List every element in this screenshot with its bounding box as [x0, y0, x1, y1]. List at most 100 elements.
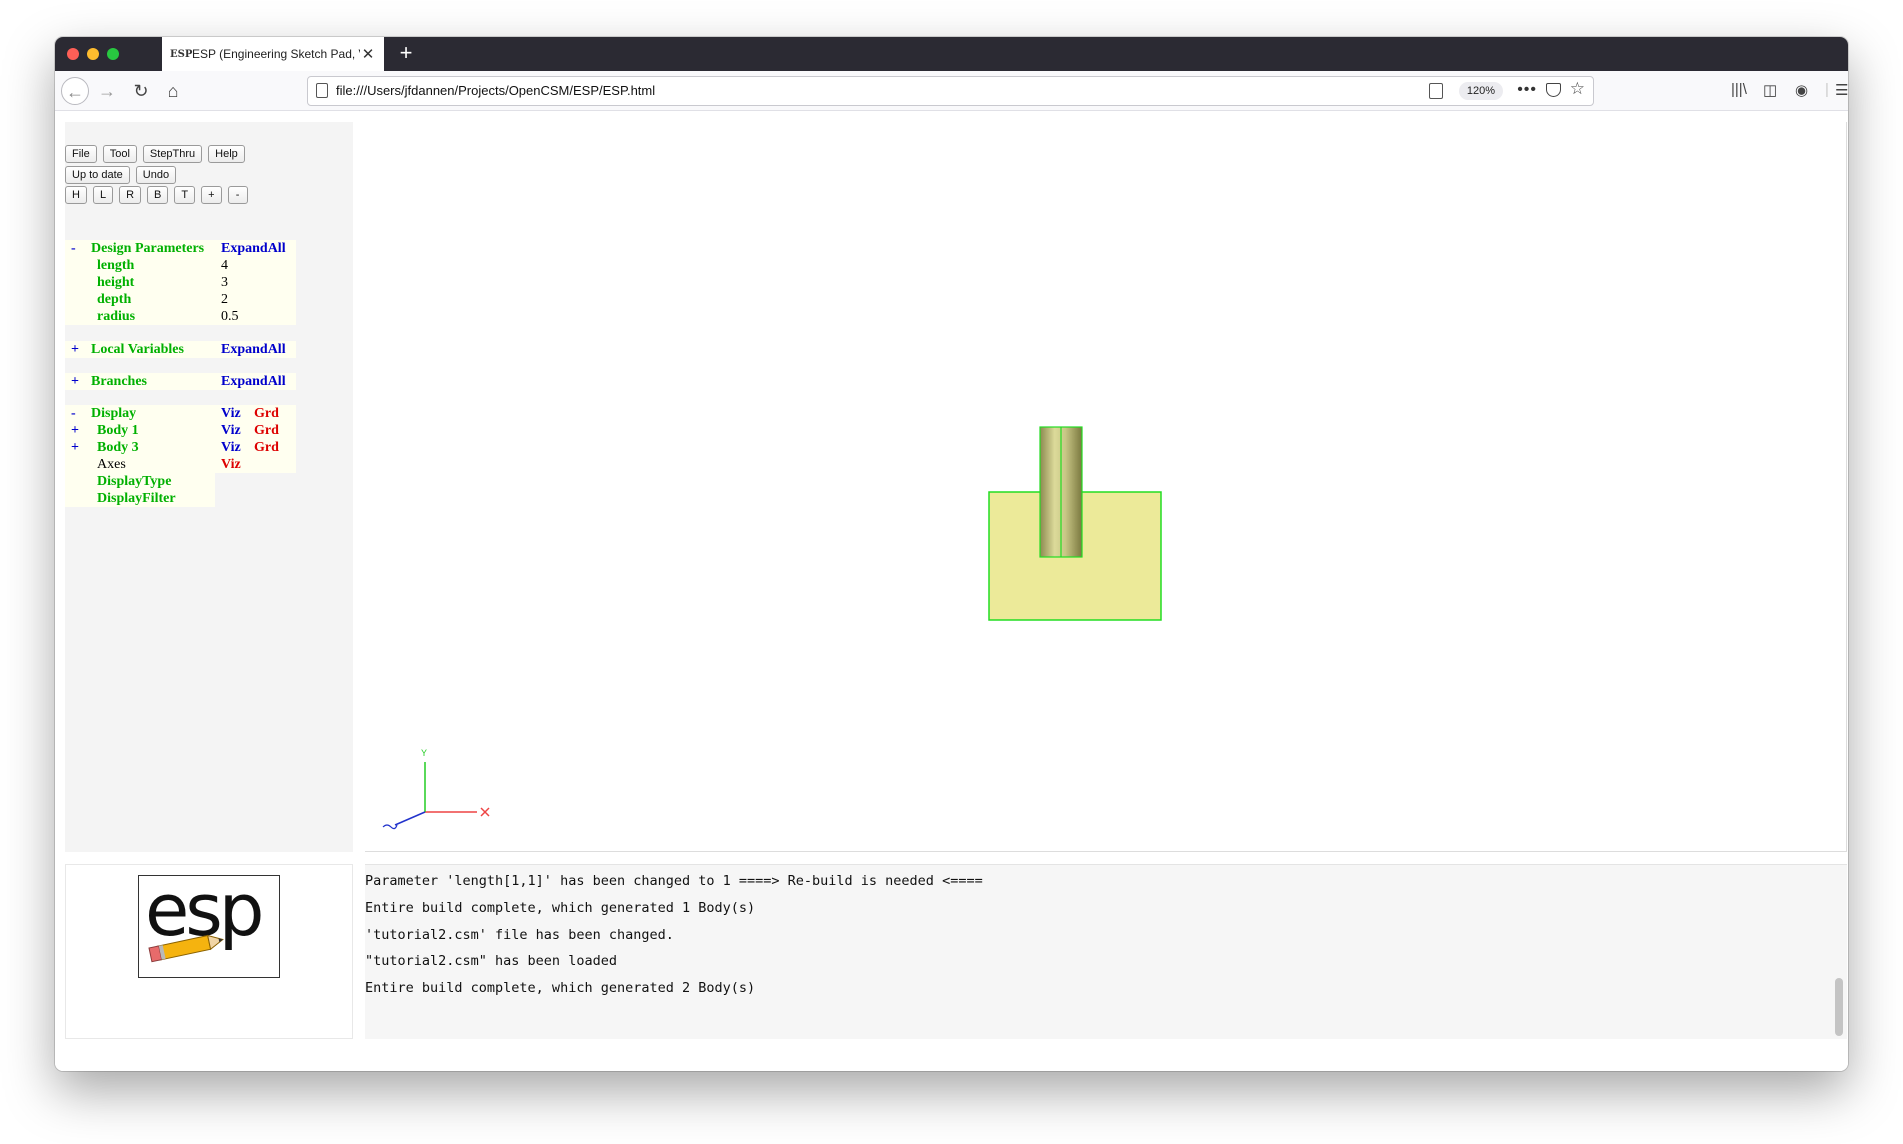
param-name[interactable]: radius — [87, 308, 215, 325]
viz-toggle[interactable]: Viz — [215, 456, 252, 473]
forward-icon[interactable]: → — [93, 77, 121, 105]
grd-toggle[interactable]: Grd — [252, 422, 296, 439]
param-name[interactable]: length — [87, 257, 215, 274]
zoom-indicator[interactable]: 120% — [1458, 82, 1503, 100]
pocket-icon[interactable] — [1546, 83, 1561, 97]
expand-toggle[interactable]: + — [65, 422, 87, 439]
tab-esp[interactable]: ESP ESP (Engineering Sketch Pad, V ✕ — [162, 37, 384, 71]
bookmark-star-icon[interactable]: ☆ — [1570, 79, 1585, 99]
reload-icon[interactable]: ↻ — [127, 77, 155, 105]
page-actions-icon[interactable]: ••• — [1517, 77, 1537, 103]
address-bar[interactable]: file:///Users/jfdannen/Projects/OpenCSM/… — [307, 76, 1594, 106]
url-text[interactable]: file:///Users/jfdannen/Projects/OpenCSM/… — [336, 77, 655, 105]
expand-toggle[interactable]: + — [65, 373, 87, 390]
button-row-main: File Tool StepThru Help — [65, 145, 245, 163]
tree-row-axes: Axes Viz — [65, 456, 365, 473]
page-icon — [316, 83, 328, 98]
param-row: height 3 — [65, 274, 365, 291]
back-icon[interactable]: ← — [61, 77, 89, 105]
param-row: depth 2 — [65, 291, 365, 308]
graphics-viewer[interactable]: Y — [365, 122, 1847, 852]
message-line: Entire build complete, which generated 2… — [365, 980, 756, 996]
button-row-views: H L R B T + - — [65, 186, 248, 204]
message-panel[interactable]: Parameter 'length[1,1]' has been changed… — [365, 864, 1847, 1039]
library-icon[interactable]: |||\ — [1731, 81, 1747, 98]
view-home-button[interactable]: H — [65, 186, 87, 204]
zoom-out-button[interactable]: - — [227, 186, 248, 204]
param-value[interactable]: 3 — [215, 274, 296, 291]
menu-icon[interactable]: ☰ — [1835, 81, 1848, 99]
close-tab-icon[interactable]: ✕ — [360, 45, 376, 63]
tree-row-design-parameters: - Design Parameters ExpandAll — [65, 240, 365, 257]
tree-indent — [65, 274, 87, 291]
message-line: 'tutorial2.csm' file has been changed. — [365, 927, 674, 943]
close-window-icon[interactable] — [67, 48, 79, 60]
tree-label[interactable]: Display — [87, 405, 215, 422]
view-left-button[interactable]: L — [92, 186, 114, 204]
collapse-toggle[interactable]: - — [65, 405, 87, 422]
reader-view-icon[interactable] — [1429, 83, 1443, 99]
navigation-bar: ← → ↻ ⌂ file:///Users/jfdannen/Projects/… — [55, 71, 1848, 111]
browser-window: ESP ESP (Engineering Sketch Pad, V ✕ + ←… — [55, 37, 1848, 1071]
new-tab-icon[interactable]: + — [394, 41, 418, 65]
maximize-window-icon[interactable] — [107, 48, 119, 60]
collapse-toggle[interactable]: - — [65, 240, 87, 257]
viz-toggle[interactable]: Viz — [215, 439, 252, 456]
tree-label[interactable]: Body 1 — [87, 422, 215, 439]
sidebar-icon[interactable]: ◫ — [1763, 81, 1777, 99]
home-icon[interactable]: ⌂ — [159, 77, 187, 105]
z-axis-line — [394, 811, 426, 826]
account-icon[interactable]: ◉ — [1795, 81, 1808, 99]
tree-indent — [65, 257, 87, 274]
tree-label[interactable]: Axes — [87, 456, 215, 473]
tree-label[interactable]: Branches — [87, 373, 215, 390]
tree-indent — [65, 490, 87, 507]
param-value[interactable]: 4 — [215, 257, 296, 274]
tree-label[interactable]: Design Parameters — [87, 240, 215, 257]
grd-toggle[interactable]: Grd — [252, 439, 296, 456]
param-row: length 4 — [65, 257, 365, 274]
param-name[interactable]: depth — [87, 291, 215, 308]
esp-favicon-icon: ESP — [170, 48, 193, 60]
file-button[interactable]: File — [65, 145, 97, 163]
expand-toggle[interactable]: + — [65, 439, 87, 456]
tool-button[interactable]: Tool — [102, 145, 137, 163]
stepthru-button[interactable]: StepThru — [142, 145, 203, 163]
view-right-button[interactable]: R — [119, 186, 142, 204]
undo-button[interactable]: Undo — [135, 166, 177, 184]
tree-row-display-filter: DisplayFilter — [65, 490, 365, 507]
expand-all-link[interactable]: ExpandAll — [215, 373, 296, 390]
tree-label[interactable]: Body 3 — [87, 439, 215, 456]
expand-toggle[interactable]: + — [65, 341, 87, 358]
message-line: Entire build complete, which generated 1… — [365, 900, 756, 916]
tab-strip: ESP ESP (Engineering Sketch Pad, V ✕ + — [55, 37, 1848, 71]
message-scrollbar[interactable] — [1835, 978, 1843, 1036]
param-value[interactable]: 0.5 — [215, 308, 296, 325]
tree-label[interactable]: DisplayFilter — [87, 490, 215, 507]
message-line: Parameter 'length[1,1]' has been changed… — [365, 873, 983, 889]
view-top-button[interactable]: T — [174, 186, 196, 204]
grd-toggle[interactable]: Grd — [252, 405, 296, 422]
tree-row-display: - Display Viz Grd — [65, 405, 365, 422]
expand-all-link[interactable]: ExpandAll — [215, 240, 296, 257]
message-line: "tutorial2.csm" has been loaded — [365, 953, 617, 969]
view-bottom-button[interactable]: B — [147, 186, 169, 204]
tree-indent — [65, 473, 87, 490]
tree-indent — [65, 308, 87, 325]
param-value[interactable]: 2 — [215, 291, 296, 308]
up-to-date-button[interactable]: Up to date — [65, 166, 130, 184]
tree-label[interactable]: DisplayType — [87, 473, 215, 490]
left-panel: File Tool StepThru Help Up to date Undo … — [65, 122, 353, 852]
expand-all-link[interactable]: ExpandAll — [215, 341, 296, 358]
viz-toggle[interactable]: Viz — [215, 405, 252, 422]
tree-row-body: + Body 3 Viz Grd — [65, 439, 365, 456]
toolbar-divider: | — [1825, 81, 1829, 98]
button-row-status: Up to date Undo — [65, 166, 177, 184]
help-button[interactable]: Help — [208, 145, 245, 163]
minimize-window-icon[interactable] — [87, 48, 99, 60]
tree-label[interactable]: Local Variables — [87, 341, 215, 358]
viz-toggle[interactable]: Viz — [215, 422, 252, 439]
zoom-in-button[interactable]: + — [201, 186, 222, 204]
param-name[interactable]: height — [87, 274, 215, 291]
viewer-canvas[interactable]: Y — [365, 122, 1847, 852]
